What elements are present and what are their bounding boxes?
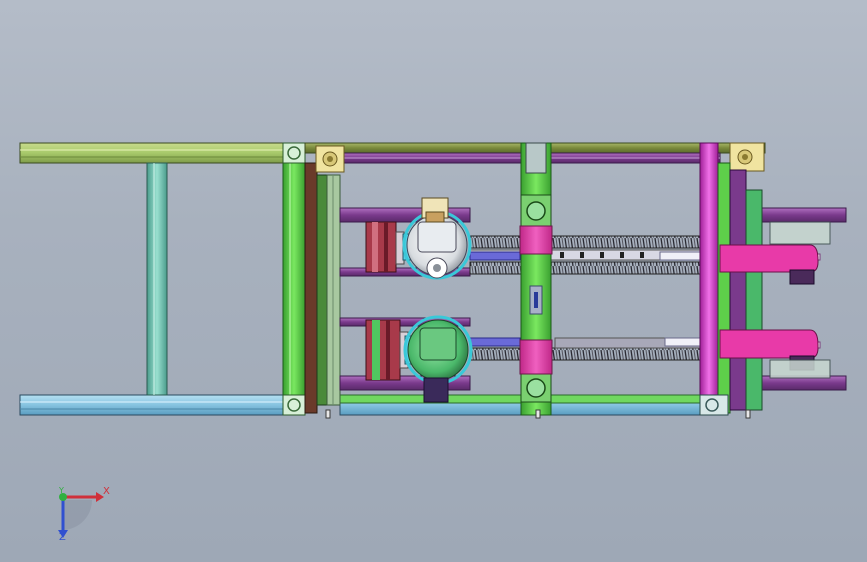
frame-left-post[interactable] [146,162,168,396]
pink-block-upper[interactable] [519,225,553,255]
corner-bracket-left [315,145,345,173]
corner-bracket-right [729,142,765,172]
frame-dark-posts[interactable] [304,162,341,414]
pink-block-lower[interactable] [519,339,553,375]
right-magenta-posts[interactable] [699,142,763,416]
z-axis-label: Z [59,532,66,543]
assembly-model[interactable] [0,0,867,562]
frame-top-rail[interactable] [19,142,306,164]
y-axis-label: Y [59,486,64,495]
frame-bottom-rail[interactable] [19,394,306,416]
x-axis-label: X [103,486,110,497]
brake-disc-upper[interactable] [365,221,405,273]
brake-disc-lower[interactable] [365,319,409,381]
frame-green-post[interactable] [282,142,306,416]
cad-graphics-viewport[interactable]: X Y Z [0,0,867,562]
